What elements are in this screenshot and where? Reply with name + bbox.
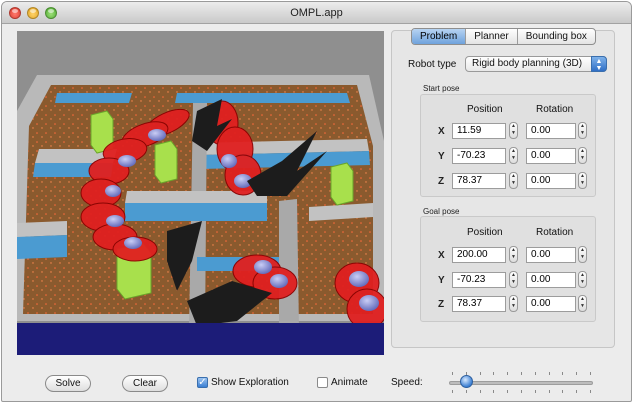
speed-label: Speed:	[391, 377, 423, 388]
scene-floor-edge	[17, 323, 384, 355]
slider-tick	[562, 372, 563, 375]
goal-pose-title: Goal pose	[423, 207, 460, 216]
start-pose-title: Start pose	[423, 84, 460, 93]
solve-button[interactable]: Solve	[45, 375, 91, 392]
goal-axis-label: Z	[438, 299, 445, 310]
start-rotation-header: Rotation	[536, 104, 574, 115]
slider-tick	[507, 372, 508, 375]
slider-tick	[549, 372, 550, 375]
inner-wall	[175, 93, 350, 103]
slider-tick	[576, 390, 577, 393]
robot-type-value: Rigid body planning (3D)	[472, 58, 583, 69]
slider-tick	[590, 372, 591, 375]
goal-position-header: Position	[467, 227, 503, 238]
goal-z-position-field[interactable]: 78.37	[452, 296, 506, 312]
goal-z-position-stepper[interactable]: ▲ ▼	[509, 295, 518, 312]
start-y-rotation-stepper[interactable]: ▲ ▼	[578, 147, 587, 164]
slider-tick	[480, 372, 481, 375]
inner-wall	[55, 93, 132, 103]
start-z-rotation-stepper[interactable]: ▲ ▼	[578, 172, 587, 189]
goal-z-rotation-field[interactable]: 0.00	[526, 296, 576, 312]
start-z-position-stepper[interactable]: ▲ ▼	[509, 172, 518, 189]
show-exploration-checkbox[interactable]: ✓	[197, 377, 208, 388]
checkmark-icon: ✓	[198, 377, 207, 388]
start-z-position-field[interactable]: 78.37	[452, 173, 506, 189]
tab-bounding-box[interactable]: Bounding box	[518, 29, 595, 44]
maze-scene	[17, 31, 384, 355]
slider-tick	[562, 390, 563, 393]
speed-slider-thumb[interactable]	[460, 375, 473, 388]
slider-tick	[493, 372, 494, 375]
goal-axis-label: Y	[438, 275, 445, 286]
start-axis-label: Y	[438, 151, 445, 162]
slider-tick	[590, 390, 591, 393]
robot-type-label: Robot type	[408, 59, 457, 70]
start-z-rotation-field[interactable]: 0.00	[526, 173, 576, 189]
animate-label: Animate	[331, 377, 368, 388]
goal-x-position-stepper[interactable]: ▲ ▼	[509, 246, 518, 263]
title-bar: OMPL.app	[2, 2, 631, 24]
clear-button[interactable]: Clear	[122, 375, 168, 392]
goal-x-position-field[interactable]: 200.00	[452, 247, 506, 263]
inner-wall	[279, 199, 299, 331]
goal-y-position-stepper[interactable]: ▲ ▼	[509, 271, 518, 288]
slider-tick	[576, 372, 577, 375]
slider-tick	[535, 372, 536, 375]
slider-tick	[535, 390, 536, 393]
start-x-position-stepper[interactable]: ▲ ▼	[509, 122, 518, 139]
slider-tick	[493, 390, 494, 393]
tab-problem[interactable]: Problem	[412, 29, 467, 44]
goal-y-rotation-field[interactable]: 0.00	[526, 272, 576, 288]
start-y-rotation-field[interactable]: 0.00	[526, 148, 576, 164]
start-y-position-stepper[interactable]: ▲ ▼	[509, 147, 518, 164]
select-arrows-icon: ▲ ▼	[591, 56, 607, 72]
slider-tick	[480, 390, 481, 393]
inner-wall	[17, 221, 67, 237]
animate-checkbox[interactable]	[317, 377, 328, 388]
goal-x-rotation-field[interactable]: 0.00	[526, 247, 576, 263]
goal-axis-label: X	[438, 250, 445, 261]
start-axis-label: X	[438, 126, 445, 137]
goal-rotation-header: Rotation	[536, 227, 574, 238]
slider-tick	[549, 390, 550, 393]
goal-x-rotation-stepper[interactable]: ▲ ▼	[578, 246, 587, 263]
slider-tick	[507, 390, 508, 393]
start-x-position-field[interactable]: 11.59	[452, 123, 506, 139]
goal-y-rotation-stepper[interactable]: ▲ ▼	[578, 271, 587, 288]
start-x-rotation-field[interactable]: 0.00	[526, 123, 576, 139]
tab-planner[interactable]: Planner	[466, 29, 518, 44]
show-exploration-label: Show Exploration	[211, 377, 289, 388]
robot-type-select[interactable]: Rigid body planning (3D) ▲ ▼	[465, 56, 607, 72]
start-position-header: Position	[467, 104, 503, 115]
window-title: OMPL.app	[290, 7, 343, 19]
start-y-position-field[interactable]: -70.23	[452, 148, 506, 164]
3d-scene-viewport[interactable]	[17, 31, 384, 355]
start-x-rotation-stepper[interactable]: ▲ ▼	[578, 122, 587, 139]
slider-tick	[466, 390, 467, 393]
goal-y-position-field[interactable]: -70.23	[452, 272, 506, 288]
slider-tick	[521, 372, 522, 375]
start-axis-label: Z	[438, 176, 445, 187]
slider-tick	[452, 372, 453, 375]
goal-z-rotation-stepper[interactable]: ▲ ▼	[578, 295, 587, 312]
slider-tick	[521, 390, 522, 393]
tab-bar: Problem Planner Bounding box	[411, 28, 596, 45]
slider-tick	[452, 390, 453, 393]
